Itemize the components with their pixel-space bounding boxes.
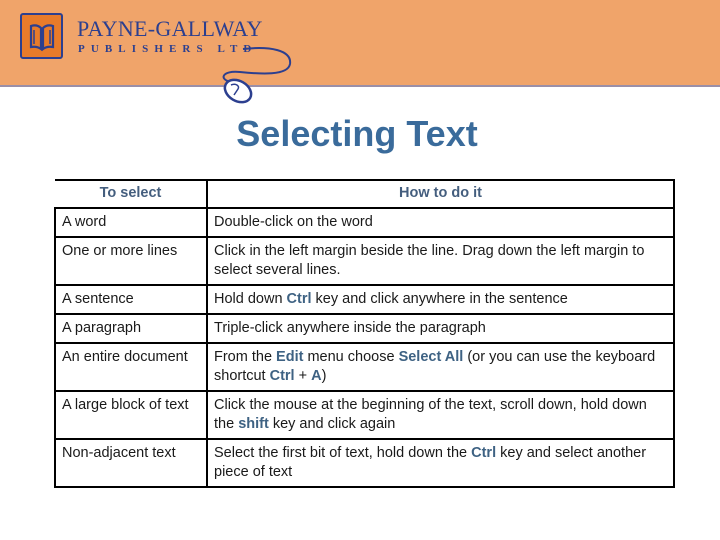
table-header-row: To select How to do it — [55, 179, 675, 209]
keyword: Select All — [398, 349, 464, 365]
row-instructions: Select the first bit of text, hold down … — [206, 438, 675, 488]
keyword: Ctrl — [269, 368, 295, 384]
table-row: A large block of text Click the mouse at … — [54, 390, 675, 440]
table-row: A word Double-click on the word — [54, 207, 675, 238]
table-row: Non-adjacent text Select the first bit of… — [54, 438, 675, 488]
keyword: Ctrl — [286, 291, 312, 307]
table-row: An entire document From the Edit menu cho… — [54, 342, 675, 392]
keyword: Edit — [276, 349, 304, 365]
row-target: A paragraph — [54, 313, 208, 344]
table-row: One or more lines Click in the left margi… — [54, 236, 675, 286]
instruction-text: key and click again — [268, 416, 396, 432]
column-header-how-to: How to do it — [206, 179, 675, 209]
instruction-text: key and click anywhere in the sentence — [311, 291, 568, 307]
keyword: A — [311, 368, 322, 384]
instruction-text: From the — [214, 349, 277, 365]
instruction-text: Click in the left margin beside the line… — [214, 243, 645, 278]
row-instructions: Hold down Ctrl key and click anywhere in… — [206, 284, 675, 315]
instruction-text: + — [294, 368, 312, 384]
table-row: A sentence Hold down Ctrl key and click a… — [54, 284, 675, 315]
column-header-to-select: To select — [55, 179, 208, 209]
instruction-text: menu choose — [303, 349, 399, 365]
selection-guide-table: To select How to do it A word Double-clic… — [54, 179, 675, 488]
row-target: One or more lines — [54, 236, 208, 286]
row-target: A sentence — [54, 284, 208, 315]
row-instructions: From the Edit menu choose Select All (or… — [206, 342, 675, 392]
row-instructions: Click the mouse at the beginning of the … — [206, 390, 675, 440]
page-title: Selecting Text — [236, 113, 478, 154]
instruction-text: Double-click on the word — [214, 214, 373, 230]
computer-mouse-icon — [222, 47, 292, 104]
instruction-text: Hold down — [214, 291, 287, 307]
keyword: Ctrl — [471, 445, 497, 461]
table-row: A paragraph Triple-click anywhere inside … — [54, 313, 675, 344]
row-target: Non-adjacent text — [54, 438, 208, 488]
row-instructions: Triple-click anywhere inside the paragra… — [206, 313, 675, 344]
keyword: shift — [238, 416, 269, 432]
row-target: A large block of text — [54, 390, 208, 440]
row-target: An entire document — [54, 342, 208, 392]
instruction-text: Triple-click anywhere inside the paragra… — [214, 320, 486, 336]
row-instructions: Double-click on the word — [206, 207, 675, 238]
instruction-text: Select the first bit of text, hold down … — [214, 445, 472, 461]
instruction-text: ) — [321, 368, 327, 384]
row-instructions: Click in the left margin beside the line… — [206, 236, 675, 286]
row-target: A word — [54, 207, 208, 238]
